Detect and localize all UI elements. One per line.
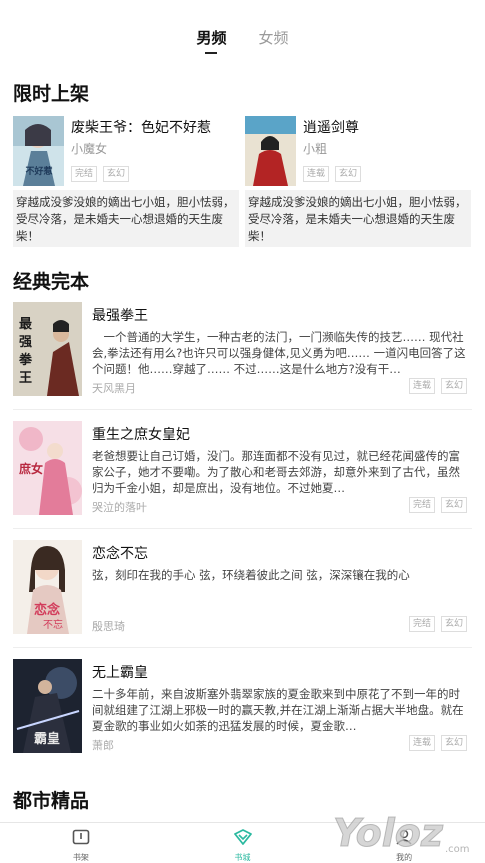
nav-bookshelf-label: 书架: [72, 853, 89, 862]
book-description: 二十多年前，来自波斯塞外翡翠家族的夏金歌来到中原花了不到一年的时间就组建了江湖上…: [92, 687, 464, 733]
book-title[interactable]: 重生之庶女皇妃: [92, 424, 190, 444]
book-author: 殷思琦: [92, 620, 125, 633]
svg-text:王: 王: [19, 371, 32, 386]
book-description: 弦，刻印在我的手心 弦，环绕着彼此之间 弦，深深镶在我的心: [92, 568, 410, 582]
book-cover[interactable]: 霸皇: [13, 659, 82, 753]
featured-book-card[interactable]: 不好惹 废柴王爷：色妃不好惹 小魔女 完结 玄幻 穿越成没爹没娘的嫡出七小姐，胆…: [13, 116, 239, 247]
book-description: 一个普通的大学生，一种古老的法门，一门濒临失传的技艺…… 现代社会,拳法还有用么…: [92, 330, 466, 376]
book-title[interactable]: 逍遥剑尊: [303, 117, 359, 137]
book-author: 萧郎: [92, 739, 114, 752]
genre-tag: 玄幻: [440, 735, 467, 751]
svg-text:强: 强: [19, 335, 32, 350]
book-author: 小粗: [303, 142, 328, 156]
book-title[interactable]: 无上霸皇: [92, 662, 148, 682]
tab-indicator: [205, 52, 218, 54]
svg-text:恋念: 恋念: [34, 602, 60, 618]
tab-male[interactable]: 男频: [196, 28, 227, 58]
genre-tag: 玄幻: [440, 378, 467, 394]
book-author: 哭泣的落叶: [92, 501, 147, 514]
nav-bookshelf[interactable]: 书架: [0, 823, 162, 863]
svg-text:Yoloz: Yoloz: [333, 811, 444, 855]
book-cover[interactable]: 恋念 不忘: [13, 540, 82, 634]
book-list-item[interactable]: 最 强 拳 王 最强拳王 一个普通的大学生，一种古老的法门，一门濒临失传的技艺……: [0, 302, 485, 420]
tab-female[interactable]: 女频: [259, 28, 289, 58]
divider: [13, 647, 472, 648]
svg-text:不好惹: 不好惹: [25, 165, 52, 177]
book-description: 穿越成没爹没娘的嫡出七小姐，胆小怯弱，受尽冷落，是未婚夫一心想退婚的天生废柴！: [13, 190, 239, 247]
section-title-limited: 限时上架: [13, 83, 90, 105]
book-cover[interactable]: 不好惹: [13, 116, 64, 186]
status-tag: 连载: [408, 378, 435, 394]
svg-text:霸皇: 霸皇: [34, 731, 60, 747]
genre-tag: 玄幻: [440, 497, 467, 513]
watermark-logo: Yoloz .com: [327, 808, 477, 856]
book-author: 天风黑月: [92, 382, 136, 395]
book-description: 老爸想要让自己订婚，没门。那连面都不没有见过，就已经花闻盛传的富家公子，她才不要…: [92, 449, 460, 495]
genre-tag: 玄幻: [103, 166, 130, 182]
book-list-item[interactable]: 庶女 重生之庶女皇妃 老爸想要让自己订婚，没门。那连面都不没有见过，就已经花闻盛…: [0, 421, 485, 539]
status-tag: 连载: [408, 735, 435, 751]
status-tag: 完结: [408, 497, 435, 513]
status-tag: 完结: [71, 166, 98, 182]
status-tag: 完结: [408, 616, 435, 632]
tab-male-label: 男频: [196, 29, 227, 47]
divider: [13, 528, 472, 529]
tab-female-label: 女频: [258, 29, 289, 47]
svg-text:.com: .com: [445, 844, 470, 855]
status-tag: 连载: [303, 166, 330, 182]
svg-text:庶女: 庶女: [19, 461, 43, 476]
divider: [13, 409, 472, 410]
book-list-item[interactable]: 霸皇 无上霸皇 二十多年前，来自波斯塞外翡翠家族的夏金歌来到中原花了不到一年的时…: [0, 659, 485, 777]
nav-bookstore[interactable]: 书城: [162, 823, 324, 863]
book-author: 小魔女: [71, 142, 108, 156]
genre-tag: 玄幻: [335, 166, 362, 182]
book-list-item[interactable]: 恋念 不忘 恋念不忘 弦，刻印在我的手心 弦，环绕着彼此之间 弦，深深镶在我的心…: [0, 540, 485, 658]
book-cover[interactable]: 最 强 拳 王: [13, 302, 82, 396]
gender-tabs: 男频 女频: [0, 28, 485, 58]
book-title[interactable]: 最强拳王: [92, 305, 148, 325]
section-title-classic: 经典完本: [13, 271, 90, 293]
svg-text:不忘: 不忘: [43, 618, 63, 631]
section-title-urban: 都市精品: [13, 790, 90, 812]
bookstore-icon: [233, 829, 253, 849]
book-cover[interactable]: 庶女: [13, 421, 82, 515]
svg-text:拳: 拳: [18, 352, 33, 368]
bookshelf-icon: [72, 829, 90, 849]
genre-tag: 玄幻: [440, 616, 467, 632]
book-title[interactable]: 废柴王爷：色妃不好惹: [71, 117, 211, 137]
book-title[interactable]: 恋念不忘: [92, 543, 148, 563]
book-cover[interactable]: [245, 116, 296, 186]
featured-book-card[interactable]: 逍遥剑尊 小粗 连载 玄幻 穿越成没爹没娘的嫡出七小姐，胆小怯弱，受尽冷落，是未…: [245, 116, 471, 247]
book-description: 穿越成没爹没娘的嫡出七小姐，胆小怯弱，受尽冷落，是未婚夫一心想退婚的天生废柴！: [245, 190, 471, 247]
nav-bookstore-label: 书城: [234, 853, 251, 862]
svg-text:最: 最: [19, 317, 33, 332]
